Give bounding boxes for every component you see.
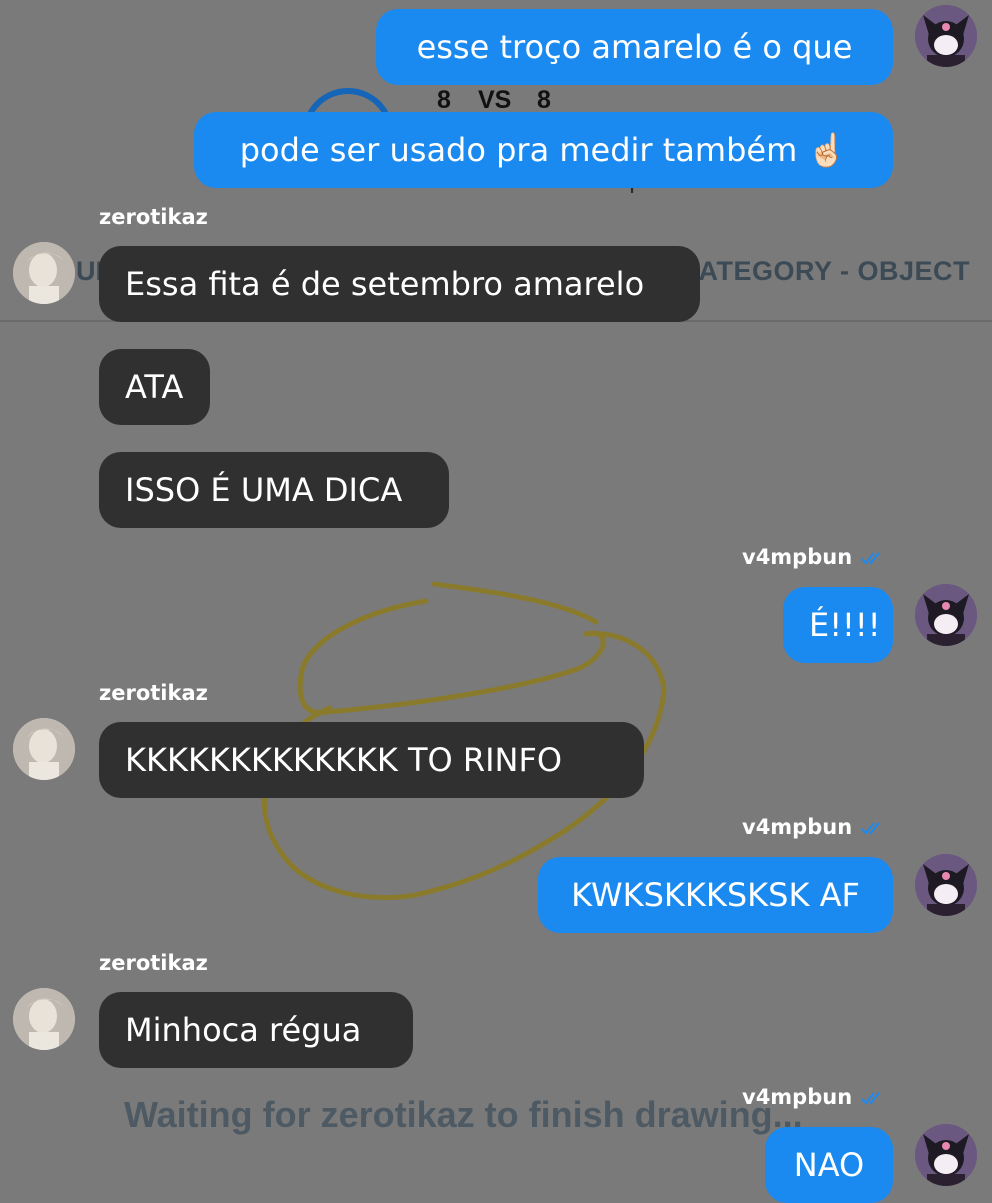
my-message-bubble[interactable]: NAO — [765, 1127, 893, 1203]
their-message-bubble[interactable]: ISSO É UMA DICA — [99, 452, 449, 528]
their-message-bubble[interactable]: Essa fita é de setembro amarelo — [99, 246, 700, 322]
profile-photo-avatar[interactable] — [13, 242, 75, 304]
their-message-bubble[interactable]: Minhoca régua — [99, 992, 413, 1068]
their-message-bubble[interactable]: KKKKKKKKKKKKK TO RINFO — [99, 722, 644, 798]
read-receipt-icon — [861, 1092, 880, 1105]
profile-photo-avatar[interactable] — [13, 988, 75, 1050]
profile-photo-avatar[interactable] — [13, 718, 75, 780]
sender-name: zerotikaz — [99, 205, 208, 229]
sender-name: v4mpbun — [742, 545, 853, 569]
kuromi-avatar-icon[interactable] — [915, 1124, 977, 1186]
read-receipt-icon — [861, 552, 880, 565]
kuromi-avatar-icon[interactable] — [915, 854, 977, 916]
my-message-bubble[interactable]: esse troço amarelo é o que — [376, 9, 893, 85]
sender-name: v4mpbun — [742, 815, 853, 839]
my-message-bubble[interactable]: KWKSKKKSKSK AF — [538, 857, 893, 933]
waiting-status: Waiting for zerotikaz to finish drawing.… — [124, 1094, 803, 1135]
read-receipt-icon — [861, 822, 880, 835]
sender-name: zerotikaz — [99, 681, 208, 705]
drawing-stroke — [431, 581, 599, 625]
sender-name: zerotikaz — [99, 951, 208, 975]
my-message-bubble[interactable]: pode ser usado pra medir também ☝🏻 — [194, 112, 893, 188]
sender-name: v4mpbun — [742, 1085, 853, 1109]
my-message-bubble[interactable]: É!!!! — [783, 587, 893, 663]
kuromi-avatar-icon[interactable] — [915, 5, 977, 67]
their-message-bubble[interactable]: ATA — [99, 349, 210, 425]
kuromi-avatar-icon[interactable] — [915, 584, 977, 646]
